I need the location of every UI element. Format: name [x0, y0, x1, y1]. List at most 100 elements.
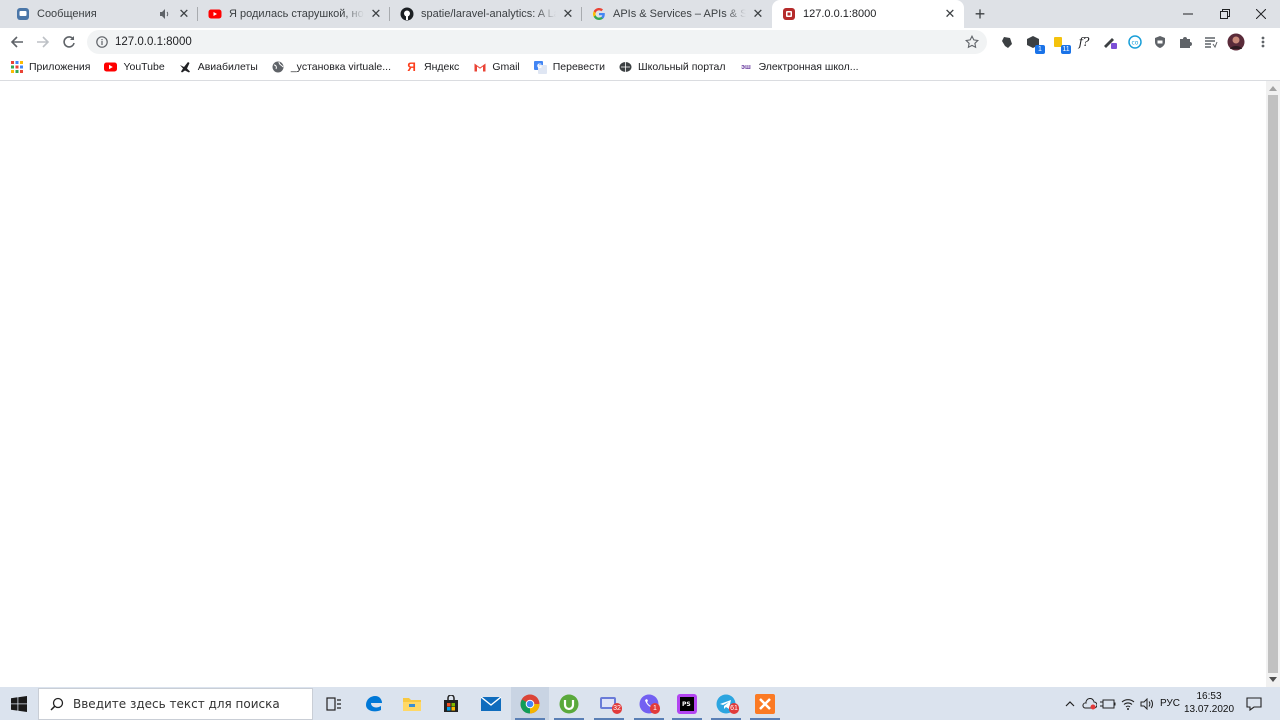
new-tab-button[interactable]: + — [970, 4, 990, 24]
bookmarks-bar: Приложения YouTube Авиабилеты _установка… — [0, 56, 1280, 78]
chevron-up-icon[interactable] — [1062, 687, 1078, 720]
tab-title: Сообщения — [37, 8, 97, 20]
extension-badge: 1 — [1035, 45, 1045, 54]
messenger-app-icon[interactable]: 32 — [590, 687, 628, 720]
bookmark-e-school[interactable]: эш Электронная школ... — [740, 56, 859, 78]
tab-localhost[interactable]: 127.0.0.1:8000 ✕ — [772, 0, 964, 28]
telegram-badge: 61 — [729, 703, 739, 714]
github-icon — [400, 7, 414, 21]
bookmark-apps[interactable]: Приложения — [10, 56, 90, 78]
viber-icon[interactable]: 1 — [630, 687, 668, 720]
cloud-icon[interactable] — [1080, 687, 1098, 720]
browser-toolbar: 127.0.0.1:8000 1 11 f? co — [0, 28, 1280, 56]
bookmark-youtube[interactable]: YouTube — [104, 56, 165, 78]
star-icon[interactable] — [963, 33, 981, 51]
edge-icon[interactable] — [355, 687, 393, 720]
bookmark-label: Электронная школ... — [758, 61, 859, 73]
start-button[interactable] — [0, 687, 38, 720]
scroll-up-icon[interactable] — [1266, 81, 1280, 95]
forward-button[interactable] — [33, 32, 53, 52]
svg-text:co: co — [1132, 40, 1139, 47]
bookmark-label: Авиабилеты — [197, 61, 258, 73]
volume-icon[interactable] — [1138, 687, 1156, 720]
extension-icon[interactable]: 11 — [1050, 33, 1071, 54]
taskbar-search[interactable]: Введите здесь текст для поиска — [38, 688, 313, 720]
extension-icon[interactable] — [998, 33, 1016, 51]
tab-github[interactable]: spatie/laravel-analytics: A Laravel pack… — [390, 0, 582, 28]
wifi-icon[interactable] — [1119, 687, 1137, 720]
bookmark-label: _установка virtuale... — [290, 61, 391, 73]
back-button[interactable] — [7, 32, 27, 52]
task-view-icon[interactable] — [315, 687, 353, 720]
file-explorer-icon[interactable] — [393, 687, 431, 720]
restore-button[interactable] — [1206, 0, 1244, 28]
battery-icon[interactable] — [1099, 687, 1117, 720]
tab-youtube-video[interactable]: Я родилась старушкой, но с каждым годом … — [198, 0, 390, 28]
url-text[interactable]: 127.0.0.1:8000 — [115, 36, 192, 48]
extension-icon[interactable]: co — [1126, 33, 1144, 51]
xampp-icon[interactable] — [746, 687, 784, 720]
vertical-scrollbar[interactable] — [1266, 81, 1280, 687]
telegram-icon[interactable]: 61 — [707, 687, 745, 720]
close-icon[interactable]: ✕ — [560, 6, 576, 22]
laravel-icon — [782, 7, 796, 21]
bookmark-label: Gmail — [492, 61, 520, 73]
chrome-icon[interactable] — [511, 687, 549, 720]
reload-button[interactable] — [59, 32, 79, 52]
tab-google-cloud[interactable]: APIs & Services – APIs & Services – Goog… — [582, 0, 772, 28]
bookmark-virtualenv[interactable]: _установка virtuale... — [272, 56, 391, 78]
extension-badge: 11 — [1061, 45, 1071, 54]
bookmark-flights[interactable]: Авиабилеты — [179, 56, 258, 78]
menu-icon[interactable] — [1254, 33, 1272, 51]
page-content[interactable] — [0, 81, 1266, 687]
close-icon[interactable]: ✕ — [942, 6, 958, 22]
minimize-button[interactable] — [1169, 0, 1207, 28]
clock-time: 16:53 — [1196, 691, 1222, 702]
bookmark-label: Приложения — [29, 61, 91, 73]
vk-messages-icon — [16, 7, 30, 21]
tab-title: spatie/laravel-analytics: A Laravel pack… — [421, 8, 556, 20]
info-icon[interactable] — [93, 33, 111, 51]
school-portal-icon — [619, 61, 632, 74]
search-placeholder: Введите здесь текст для поиска — [73, 697, 280, 711]
window-close-button[interactable] — [1242, 0, 1280, 28]
close-icon[interactable]: ✕ — [176, 6, 192, 22]
google-icon — [592, 7, 606, 21]
bookmark-school-portal[interactable]: Школьный портал — [619, 56, 726, 78]
bookmark-gmail[interactable]: Gmail — [473, 56, 520, 78]
notification-icon[interactable] — [1240, 687, 1268, 720]
reading-list-icon[interactable] — [1202, 33, 1220, 51]
avatar[interactable] — [1227, 33, 1245, 51]
extension-icon[interactable] — [1101, 33, 1119, 51]
address-bar[interactable]: 127.0.0.1:8000 — [87, 30, 987, 54]
phpstorm-icon[interactable]: PS — [668, 687, 706, 720]
puzzle-icon[interactable] — [1176, 33, 1194, 51]
bookmark-translate[interactable]: G Перевести — [533, 56, 605, 78]
close-icon[interactable]: ✕ — [750, 6, 766, 22]
youtube-icon — [104, 61, 118, 74]
speaker-icon[interactable] — [158, 7, 172, 21]
formula-extension-icon[interactable]: f? — [1075, 33, 1093, 51]
clock[interactable]: 16:53 13.07.2020 — [1183, 690, 1235, 718]
scroll-thumb[interactable] — [1268, 95, 1278, 673]
plane-icon — [179, 61, 192, 74]
language-indicator[interactable]: РУС — [1158, 687, 1182, 720]
store-icon[interactable] — [432, 687, 470, 720]
scroll-down-icon[interactable] — [1266, 673, 1280, 687]
extension-icon[interactable]: 1 — [1024, 33, 1045, 54]
utorrent-icon[interactable] — [550, 687, 588, 720]
svg-text:PS: PS — [682, 701, 691, 708]
taskbar: Введите здесь текст для поиска 32 1 PS 6… — [0, 687, 1280, 720]
bookmark-label: Школьный портал — [638, 61, 726, 73]
search-icon — [49, 696, 65, 712]
close-icon[interactable]: ✕ — [368, 6, 384, 22]
shield-icon[interactable] — [1151, 33, 1169, 51]
bookmark-yandex[interactable]: Я Яндекс — [405, 56, 459, 78]
tab-messages[interactable]: Сообщения ✕ — [6, 0, 198, 28]
yandex-icon: Я — [407, 60, 416, 74]
svg-text:G: G — [537, 63, 542, 70]
mail-icon[interactable] — [472, 687, 510, 720]
e-school-icon: эш — [741, 63, 751, 71]
bookmark-label: Яндекс — [424, 61, 460, 73]
tab-strip: Сообщения ✕ Я родилась старушкой, но с к… — [0, 0, 1280, 28]
